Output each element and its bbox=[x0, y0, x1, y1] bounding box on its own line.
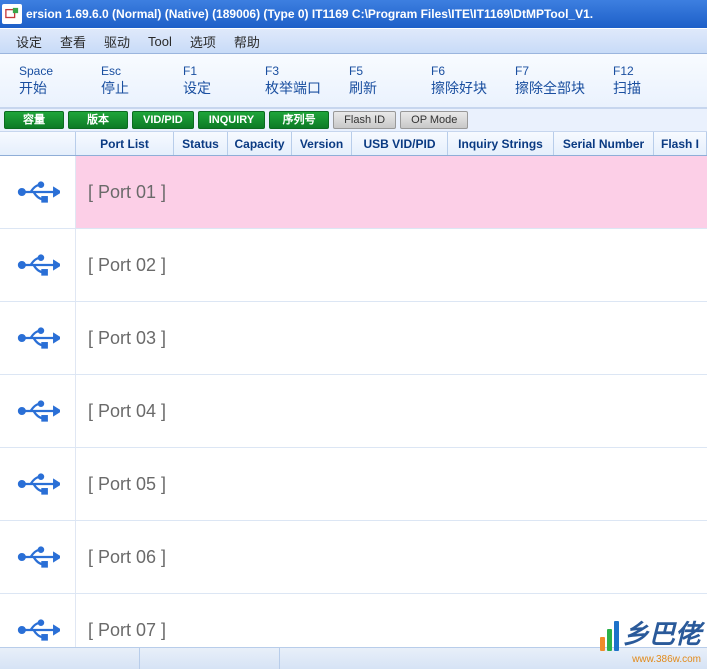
menubar: 设定 查看 驱动 Tool 选项 帮助 bbox=[0, 28, 707, 54]
usb-icon bbox=[0, 229, 76, 301]
menu-tool[interactable]: Tool bbox=[140, 32, 180, 51]
col-vid-pid[interactable]: USB VID/PID bbox=[352, 132, 448, 155]
port-row[interactable]: [ Port 01 ] bbox=[0, 156, 707, 229]
col-flash-id[interactable]: Flash I bbox=[654, 132, 707, 155]
tab-flash-id[interactable]: Flash ID bbox=[333, 111, 396, 129]
port-label: [ Port 06 ] bbox=[76, 547, 707, 568]
titlebar: ersion 1.69.6.0 (Normal) (Native) (18900… bbox=[0, 0, 707, 28]
tabbar: 容量版本VID/PIDINQUIRY序列号Flash IDOP Mode bbox=[0, 108, 707, 132]
port-label: [ Port 02 ] bbox=[76, 255, 707, 276]
erase-all-blocks-button[interactable]: F7 擦除全部块 bbox=[500, 60, 596, 101]
start-label: 开始 bbox=[19, 78, 47, 98]
menu-settings[interactable]: 设定 bbox=[8, 30, 50, 53]
usb-icon bbox=[0, 448, 76, 520]
tab--[interactable]: 版本 bbox=[68, 111, 128, 129]
erase-good-blocks-button[interactable]: F6 擦除好块 bbox=[416, 60, 498, 101]
port-label: [ Port 03 ] bbox=[76, 328, 707, 349]
menu-driver[interactable]: 驱动 bbox=[96, 30, 138, 53]
scan-button[interactable]: F12 扫描 bbox=[598, 60, 678, 101]
toolbar: Space 开始 Esc 停止 F1 设定 F3 枚举端口 F5 刷新 F6 擦… bbox=[0, 54, 707, 108]
col-port-list[interactable]: Port List bbox=[76, 132, 174, 155]
ports-list: [ Port 01 ] [ Port 02 ] [ Port 03 ] [ Port … bbox=[0, 156, 707, 667]
port-label: [ Port 07 ] bbox=[76, 620, 707, 641]
port-row[interactable]: [ Port 05 ] bbox=[0, 448, 707, 521]
port-row[interactable]: [ Port 02 ] bbox=[0, 229, 707, 302]
usb-icon bbox=[0, 302, 76, 374]
stop-button[interactable]: Esc 停止 bbox=[86, 60, 166, 101]
port-label: [ Port 05 ] bbox=[76, 474, 707, 495]
port-label: [ Port 01 ] bbox=[76, 182, 707, 203]
statusbar-segment bbox=[0, 648, 140, 669]
col-icon[interactable] bbox=[0, 132, 76, 155]
usb-icon bbox=[0, 375, 76, 447]
port-row[interactable]: [ Port 03 ] bbox=[0, 302, 707, 375]
tab-inquiry[interactable]: INQUIRY bbox=[198, 111, 265, 129]
port-row[interactable]: [ Port 04 ] bbox=[0, 375, 707, 448]
enumerate-ports-button[interactable]: F3 枚举端口 bbox=[250, 60, 332, 101]
title-text: ersion 1.69.6.0 (Normal) (Native) (18900… bbox=[26, 7, 593, 21]
tab-vid-pid[interactable]: VID/PID bbox=[132, 111, 194, 129]
col-status[interactable]: Status bbox=[174, 132, 228, 155]
tab--[interactable]: 序列号 bbox=[269, 111, 329, 129]
statusbar bbox=[0, 647, 707, 669]
refresh-button[interactable]: F5 刷新 bbox=[334, 60, 414, 101]
col-inquiry[interactable]: Inquiry Strings bbox=[448, 132, 554, 155]
port-row[interactable]: [ Port 06 ] bbox=[0, 521, 707, 594]
col-version[interactable]: Version bbox=[292, 132, 352, 155]
usb-icon bbox=[0, 156, 76, 228]
col-serial[interactable]: Serial Number bbox=[554, 132, 654, 155]
menu-view[interactable]: 查看 bbox=[52, 30, 94, 53]
col-capacity[interactable]: Capacity bbox=[228, 132, 292, 155]
port-label: [ Port 04 ] bbox=[76, 401, 707, 422]
settings-button[interactable]: F1 设定 bbox=[168, 60, 248, 101]
usb-icon bbox=[0, 521, 76, 593]
menu-help[interactable]: 帮助 bbox=[226, 30, 268, 53]
column-headers: Port List Status Capacity Version USB VI… bbox=[0, 132, 707, 156]
app-icon bbox=[2, 4, 22, 24]
start-button[interactable]: Space 开始 bbox=[4, 60, 84, 101]
start-key: Space bbox=[19, 64, 53, 78]
tab-op-mode[interactable]: OP Mode bbox=[400, 111, 468, 129]
statusbar-segment bbox=[140, 648, 280, 669]
menu-options[interactable]: 选项 bbox=[182, 30, 224, 53]
tab--[interactable]: 容量 bbox=[4, 111, 64, 129]
